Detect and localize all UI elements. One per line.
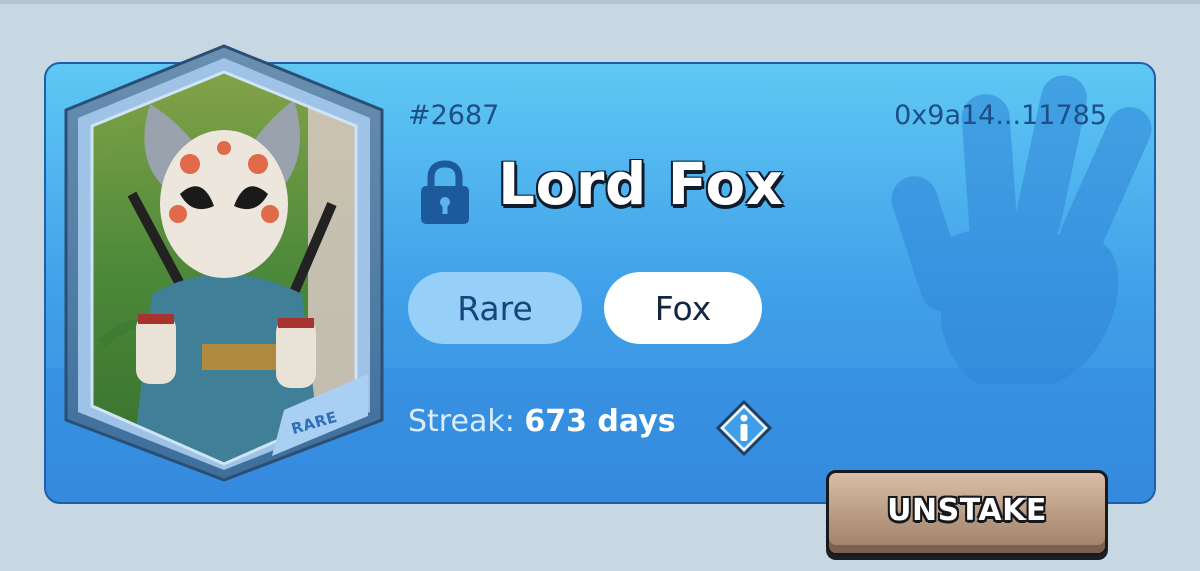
- rarity-tag: Rare: [408, 272, 582, 344]
- rarity-tag-label: Rare: [457, 288, 533, 328]
- token-id: #2687: [408, 100, 500, 131]
- top-divider: [0, 0, 1200, 4]
- species-tag-label: Fox: [654, 288, 712, 328]
- lock-icon: [421, 160, 469, 224]
- owner-address: 0x9a14...11785: [894, 100, 1107, 131]
- streak-line: Streak: 673 days: [408, 404, 676, 439]
- streak-label: Streak:: [408, 404, 515, 439]
- species-tag: Fox: [604, 272, 762, 344]
- info-icon[interactable]: [716, 400, 772, 456]
- streak-value: 673 days: [524, 404, 676, 439]
- unstake-button[interactable]: UNSTAKE: [826, 470, 1108, 556]
- character-name: Lord Fox: [498, 150, 784, 218]
- unstake-button-label: UNSTAKE: [887, 492, 1047, 528]
